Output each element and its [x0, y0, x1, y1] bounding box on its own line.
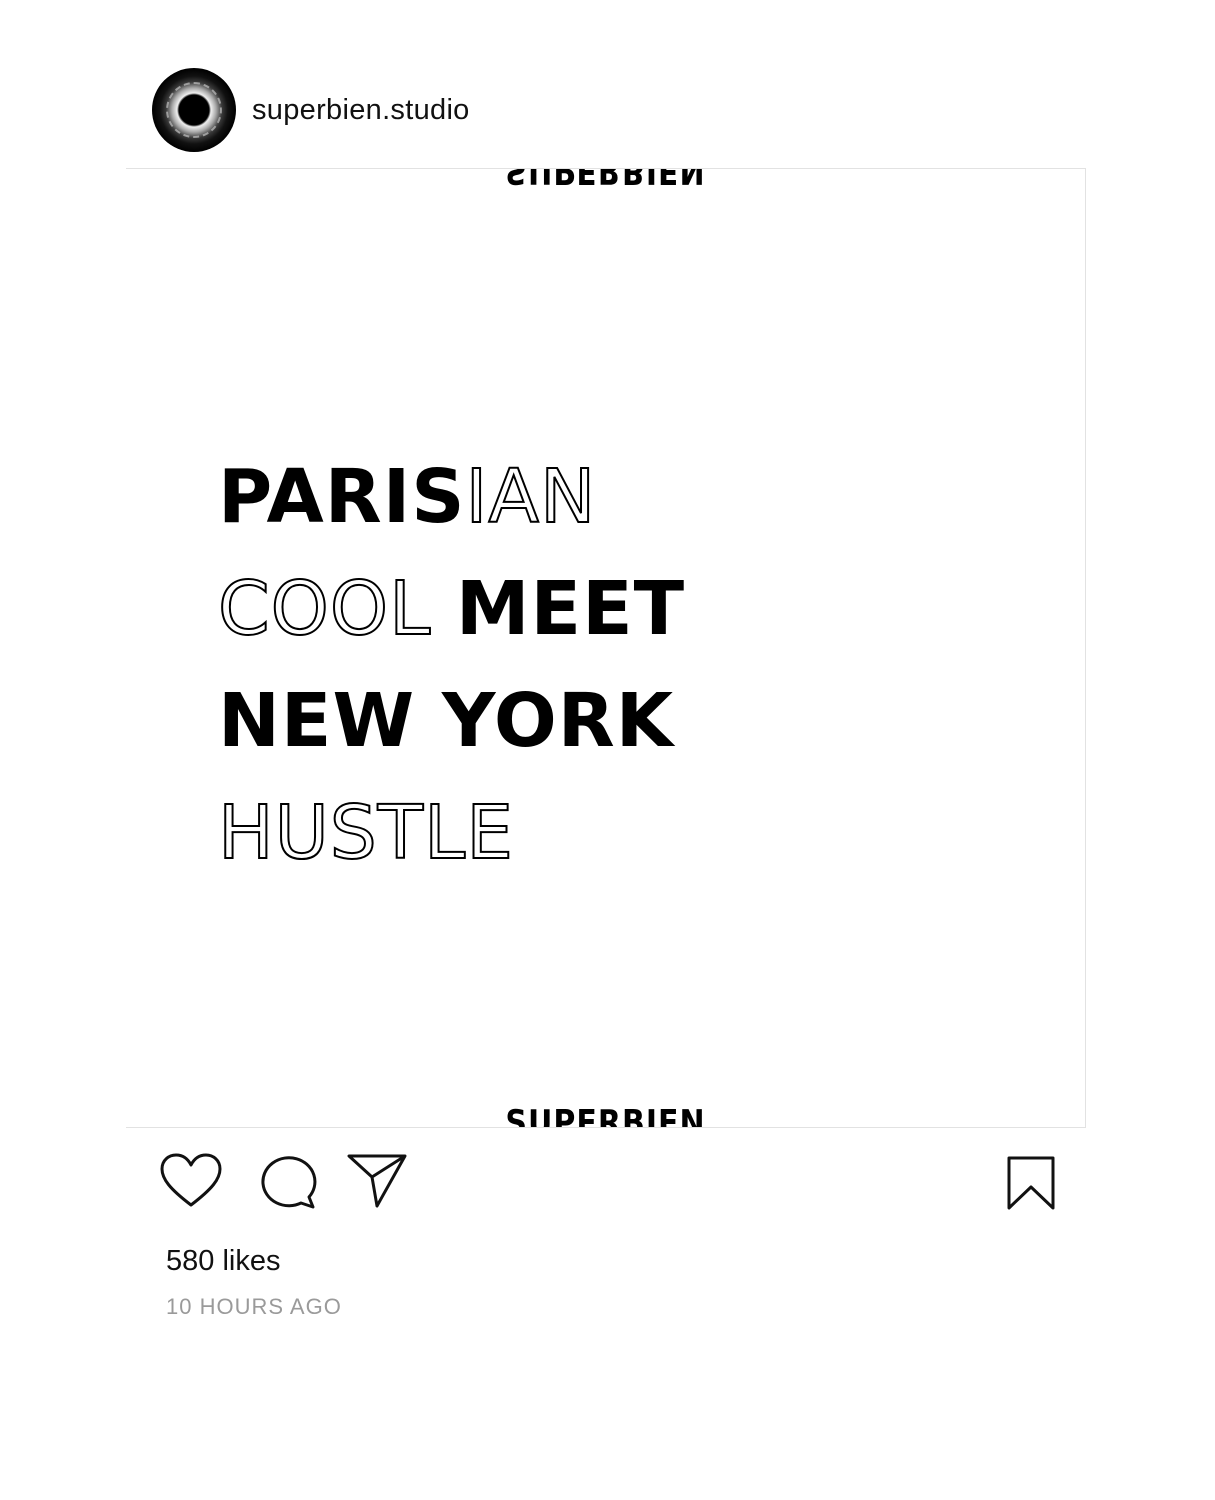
headline: PARISIAN COOL MEET NEW YORK HUSTLE [217, 441, 686, 889]
post-header: superbien.studio [152, 68, 470, 152]
headline-line-4: HUSTLE [217, 777, 685, 889]
headline-word: MEET [455, 566, 686, 652]
headline-line-2: COOL MEET [217, 553, 686, 665]
headline-word: NEW YORK [218, 678, 675, 764]
post-image[interactable]: SUPERBIEN PARISIAN COOL MEET NEW YORK HU… [126, 168, 1086, 1128]
share-icon[interactable] [347, 1153, 409, 1209]
headline-line-1: PARISIAN [218, 441, 685, 553]
headline-word: PARIS [218, 454, 466, 540]
brand-logo-bottom: SUPERBIEN [505, 1103, 706, 1128]
headline-word: IAN [465, 453, 597, 541]
post-timestamp: 10 HOURS AGO [166, 1294, 342, 1319]
action-bar [160, 1153, 1056, 1217]
heart-icon[interactable] [160, 1153, 222, 1209]
headline-word: COOL [217, 565, 456, 653]
bookmark-icon[interactable] [1006, 1155, 1056, 1211]
likes-count[interactable]: 580 likes [166, 1245, 280, 1278]
username[interactable]: superbien.studio [252, 94, 470, 127]
avatar[interactable] [152, 68, 236, 152]
headline-word: HUSTLE [217, 789, 514, 877]
brand-logo-top: SUPERBIEN [505, 168, 706, 191]
headline-line-3: NEW YORK [218, 665, 685, 777]
comment-icon[interactable] [259, 1153, 317, 1209]
